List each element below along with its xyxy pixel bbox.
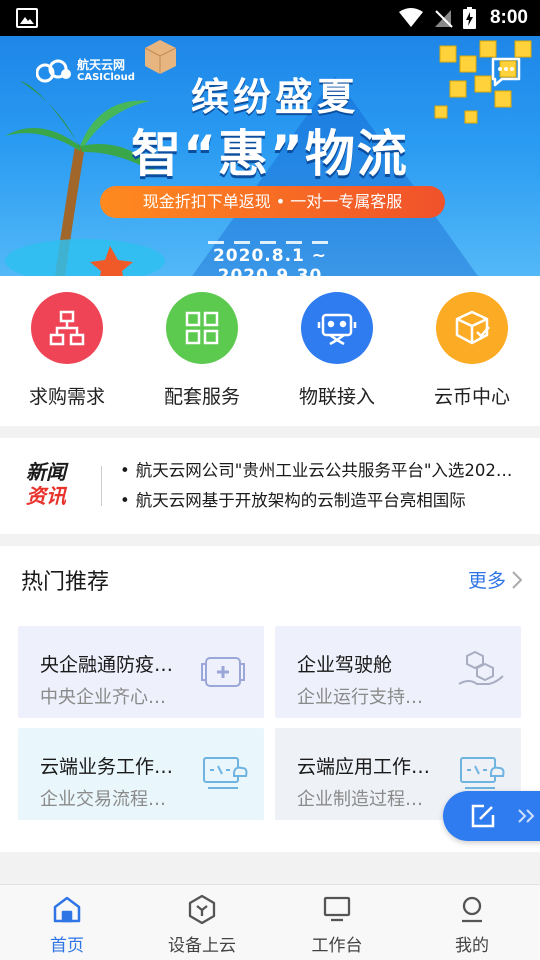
battery-charging-icon xyxy=(462,7,476,29)
gallery-notification-icon xyxy=(16,8,38,28)
banner-date-range: 2020.8.1 ~ 2020.9.30 xyxy=(212,246,328,276)
user-icon xyxy=(462,896,482,923)
card-subtitle: 企业运行支持… xyxy=(297,687,423,708)
card-cloud-business-studio[interactable]: 云端业务工作… 企业交易流程… xyxy=(18,728,264,820)
news-badge-line1: 新闻 xyxy=(26,460,66,484)
banner-promo-pill: 现金折扣下单返现 • 一对一专属客服 xyxy=(100,186,445,218)
category-shortcuts: 求购需求 配套服务 物联接入 云币中心 xyxy=(0,276,540,426)
logo-english-text: CASICloud xyxy=(77,72,135,83)
pager-dot xyxy=(286,241,302,244)
category-label: 求购需求 xyxy=(28,386,105,408)
category-label: 云币中心 xyxy=(433,386,510,408)
clock: 8:00 xyxy=(489,7,528,28)
card-title: 云端应用工作… xyxy=(297,756,431,778)
edit-icon xyxy=(471,804,495,828)
tab-home[interactable]: 首页 xyxy=(12,893,122,956)
card-title: 云端业务工作… xyxy=(40,756,174,778)
more-link[interactable]: 更多 xyxy=(468,566,522,593)
casicloud-logo-mark-icon xyxy=(36,59,71,83)
card-subtitle: 企业制造过程… xyxy=(297,789,423,810)
promo-banner[interactable]: 航天云网 CASICloud 缤纷盛夏 智“惠”物流 现金折扣下单返现 • 一对… xyxy=(0,36,540,276)
pager-dot xyxy=(234,241,250,244)
double-chevron-right-icon xyxy=(518,809,535,823)
more-label: 更多 xyxy=(467,570,506,592)
status-bar: 8:00 xyxy=(0,0,540,36)
no-signal-icon xyxy=(434,10,453,28)
card-title: 央企融通防疫… xyxy=(40,654,174,676)
news-badge: 新闻 资讯 xyxy=(26,460,78,512)
monitor-icon xyxy=(323,896,351,922)
bottom-tab-bar: 首页 设备上云 工作台 我的 xyxy=(0,884,540,960)
logo-chinese-text: 航天云网 xyxy=(77,58,126,72)
news-badge-line2: 资讯 xyxy=(26,484,66,508)
news-item[interactable]: 航天云网基于开放架构的云制造平台亮相国际 xyxy=(120,487,520,511)
casicloud-logo: 航天云网 CASICloud xyxy=(36,58,135,84)
card-enterprise-cockpit[interactable]: 企业驾驶舱 企业运行支持… xyxy=(275,626,521,718)
tab-device-cloud[interactable]: 设备上云 xyxy=(147,893,257,956)
tab-label: 首页 xyxy=(50,936,84,956)
medical-kit-icon xyxy=(201,657,245,687)
category-cloud-coin-center[interactable]: 云币中心 xyxy=(422,292,522,409)
hexagon-device-icon xyxy=(188,894,216,925)
news-divider xyxy=(101,466,102,506)
tab-workbench[interactable]: 工作台 xyxy=(282,893,392,956)
wifi-icon xyxy=(398,8,423,27)
category-label: 配套服务 xyxy=(163,386,240,408)
news-ticker[interactable]: 新闻 资讯 航天云网公司"贵州工业云公共服务平台"入选2020年国家中小企业公共… xyxy=(0,438,540,534)
chevron-right-icon xyxy=(512,570,522,589)
grid-icon xyxy=(166,292,238,364)
category-purchase-demand[interactable]: 求购需求 xyxy=(17,292,117,409)
banner-pager-dots xyxy=(208,241,328,244)
category-supporting-services[interactable]: 配套服务 xyxy=(152,292,252,409)
section-title: 热门推荐 xyxy=(21,570,110,595)
home-icon xyxy=(53,896,81,923)
chat-message-icon[interactable] xyxy=(490,56,522,88)
card-subtitle: 中央企业齐心… xyxy=(40,687,166,708)
card-title: 企业驾驶舱 xyxy=(297,654,393,676)
card-subtitle: 企业交易流程… xyxy=(40,789,166,810)
banner-title-line2: 智“惠”物流 xyxy=(131,125,409,183)
category-label: 物联接入 xyxy=(298,386,375,408)
robot-icon xyxy=(301,292,373,364)
floating-feedback-button[interactable] xyxy=(443,791,540,841)
cloud-monitor-icon xyxy=(203,757,248,789)
card-soe-epidemic-platform[interactable]: 央企融通防疫… 中央企业齐心… xyxy=(18,626,264,718)
pager-dot xyxy=(260,241,276,244)
news-item[interactable]: 航天云网公司"贵州工业云公共服务平台"入选2020年国家中小企业公共服务示范平台 xyxy=(120,457,520,481)
hand-cubes-icon xyxy=(458,650,504,685)
banner-title-line1: 缤纷盛夏 xyxy=(190,75,359,119)
tab-mine[interactable]: 我的 xyxy=(417,893,527,956)
tab-label: 我的 xyxy=(455,936,489,956)
pager-dot xyxy=(312,241,328,244)
category-iot-access[interactable]: 物联接入 xyxy=(287,292,387,409)
org-chart-icon xyxy=(31,292,103,364)
tab-label: 设备上云 xyxy=(168,936,236,956)
cube-check-icon xyxy=(436,292,508,364)
pager-dot xyxy=(208,241,224,244)
tab-label: 工作台 xyxy=(311,936,363,956)
